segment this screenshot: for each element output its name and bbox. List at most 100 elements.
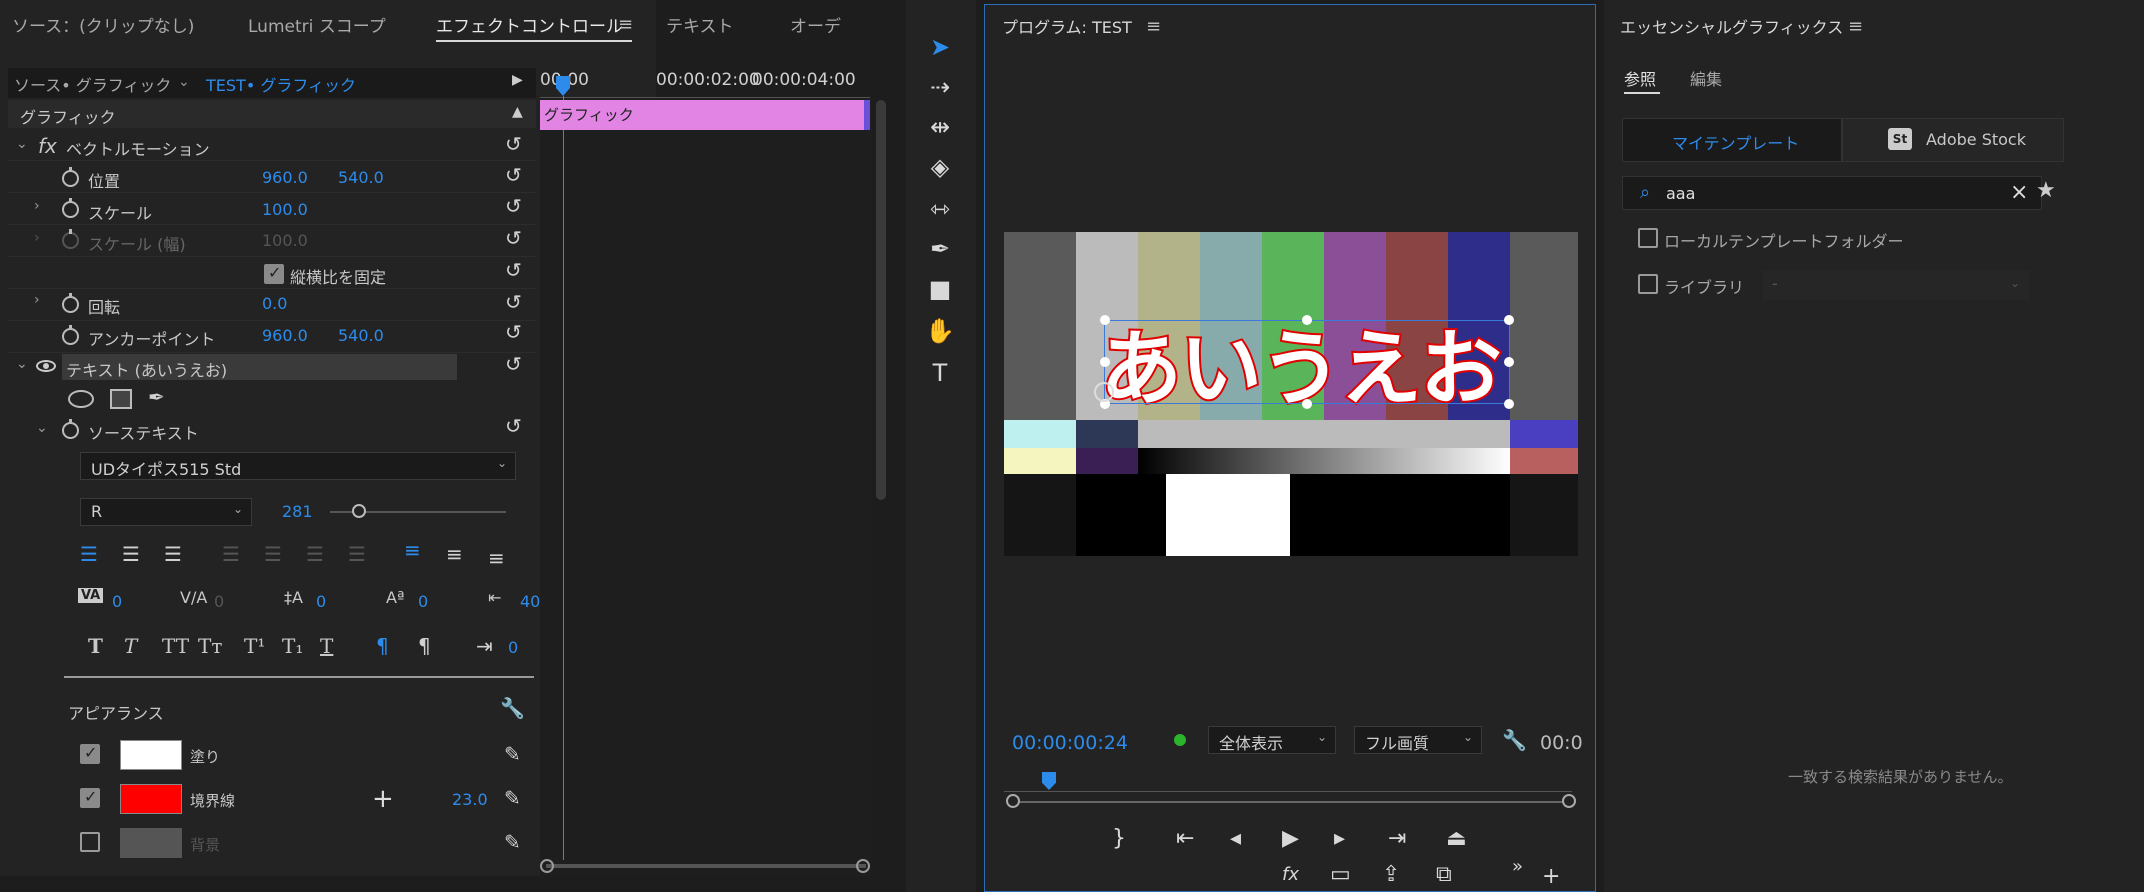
- pen-mask-icon[interactable]: ✒: [148, 385, 165, 409]
- program-menu-icon[interactable]: ≡: [1146, 16, 1161, 37]
- type-tool-icon[interactable]: T: [922, 356, 958, 390]
- chevron-down-icon[interactable]: ⌄: [178, 74, 190, 90]
- align-top-icon[interactable]: ≡: [404, 538, 421, 562]
- small-caps-button[interactable]: Tт: [198, 634, 222, 658]
- stroke-width-value[interactable]: 23.0: [452, 790, 488, 809]
- ellipse-mask-icon[interactable]: [68, 390, 94, 408]
- rectangle-tool-icon[interactable]: ■: [922, 272, 958, 306]
- go-to-out-icon[interactable]: ⇥: [1388, 826, 1406, 851]
- stroke-color-swatch[interactable]: [120, 784, 182, 814]
- sequence-clip-label[interactable]: TEST• グラフィック: [206, 72, 356, 96]
- superscript-button[interactable]: T¹: [244, 634, 265, 658]
- faux-italic-button[interactable]: T: [124, 634, 137, 658]
- expand-chevron-icon[interactable]: ›: [34, 198, 40, 214]
- background-color-swatch[interactable]: [120, 828, 182, 858]
- tracking-value[interactable]: 0: [214, 592, 224, 611]
- tab-audio[interactable]: オーデ: [790, 12, 841, 37]
- fill-checkbox[interactable]: [80, 743, 100, 764]
- eyedropper-icon[interactable]: ✎: [504, 830, 521, 854]
- ec-vertical-scrollbar[interactable]: [876, 100, 886, 500]
- all-caps-button[interactable]: TT: [162, 634, 189, 658]
- tab-width-icon[interactable]: ⇥: [476, 634, 493, 658]
- handle[interactable]: [1100, 357, 1110, 367]
- faux-bold-button[interactable]: T: [88, 634, 103, 658]
- tab-menu-icon[interactable]: ≡: [618, 14, 633, 35]
- handle[interactable]: [1100, 315, 1110, 325]
- tsume-value[interactable]: 40: [520, 592, 540, 611]
- tab-effect-controls[interactable]: エフェクトコントロール: [436, 12, 623, 37]
- clip-end-handle[interactable]: [864, 100, 870, 130]
- tsume-icon[interactable]: ⇤: [488, 588, 501, 607]
- search-value[interactable]: aaa: [1666, 184, 1695, 203]
- justify-last-right-icon[interactable]: ☰: [306, 542, 324, 566]
- reset-icon[interactable]: ↺: [505, 226, 522, 250]
- stroke-checkbox[interactable]: [80, 787, 100, 808]
- justify-last-left-icon[interactable]: ☰: [222, 542, 240, 566]
- justify-all-icon[interactable]: ☰: [348, 542, 366, 566]
- scroll-handle-left[interactable]: [540, 859, 554, 873]
- align-middle-icon[interactable]: ≡: [446, 542, 463, 566]
- go-to-in-icon[interactable]: ⇤: [1176, 826, 1194, 851]
- reset-icon[interactable]: ↺: [505, 132, 522, 156]
- text-bounding-box[interactable]: [1104, 320, 1510, 404]
- eyedropper-icon[interactable]: ✎: [504, 786, 521, 810]
- rectangle-mask-icon[interactable]: [110, 389, 132, 409]
- expand-chevron-icon[interactable]: ⌄: [16, 136, 28, 152]
- baseline-shift-icon[interactable]: Aª: [386, 588, 404, 607]
- wrench-icon[interactable]: 🔧: [1502, 728, 1527, 752]
- anchor-x-value[interactable]: 960.0: [262, 326, 308, 345]
- reset-icon[interactable]: ↺: [505, 414, 522, 438]
- comparison-view-icon[interactable]: ⧉: [1436, 862, 1452, 887]
- reset-icon[interactable]: ↺: [505, 290, 522, 314]
- uniform-scale-checkbox[interactable]: [264, 263, 284, 284]
- align-center-icon[interactable]: ☰: [122, 542, 140, 566]
- fill-color-swatch[interactable]: [120, 740, 182, 770]
- leading-value[interactable]: 0: [316, 592, 326, 611]
- stopwatch-icon[interactable]: [62, 325, 79, 345]
- safe-margins-icon[interactable]: ▭: [1330, 862, 1351, 887]
- zoom-bar[interactable]: [1012, 801, 1572, 803]
- tab-lumetri-scopes[interactable]: Lumetri スコープ: [248, 12, 386, 37]
- scroll-handle-right[interactable]: [856, 859, 870, 873]
- baseline-value[interactable]: 0: [418, 592, 428, 611]
- play-only-icon[interactable]: ▶: [512, 72, 523, 88]
- position-y-value[interactable]: 540.0: [338, 168, 384, 187]
- zoom-dropdown[interactable]: 全体表示 ⌄: [1208, 726, 1336, 754]
- leading-icon[interactable]: ‡A: [284, 588, 303, 607]
- stopwatch-icon[interactable]: [62, 167, 79, 187]
- handle[interactable]: [1504, 399, 1514, 409]
- stopwatch-icon[interactable]: [62, 293, 79, 313]
- step-back-icon[interactable]: ◂: [1230, 826, 1241, 851]
- tab-browse[interactable]: 参照: [1624, 66, 1656, 90]
- scale-value[interactable]: 100.0: [262, 200, 308, 219]
- eyedropper-icon[interactable]: ✎: [504, 742, 521, 766]
- reset-icon[interactable]: ↺: [505, 163, 522, 187]
- track-select-tool-icon[interactable]: ⇢: [922, 70, 958, 104]
- zoom-handle-right[interactable]: [1562, 794, 1576, 808]
- hand-tool-icon[interactable]: ✋: [922, 314, 958, 348]
- tab-width-value[interactable]: 0: [508, 638, 518, 657]
- reset-icon[interactable]: ↺: [505, 258, 522, 282]
- handle[interactable]: [1504, 357, 1514, 367]
- essential-menu-icon[interactable]: ≡: [1848, 16, 1863, 37]
- justify-last-center-icon[interactable]: ☰: [264, 542, 282, 566]
- local-folder-checkbox[interactable]: [1638, 228, 1658, 248]
- timeline-ruler[interactable]: [1004, 780, 1572, 792]
- ripple-edit-tool-icon[interactable]: ⇹: [922, 110, 958, 144]
- lift-icon[interactable]: ⏏: [1446, 826, 1467, 851]
- align-right-icon[interactable]: ☰: [164, 542, 182, 566]
- font-family-dropdown[interactable]: UDタイポス515 Std ⌄: [80, 452, 516, 480]
- align-bottom-icon[interactable]: ≡: [488, 546, 505, 570]
- underline-button[interactable]: T: [320, 634, 333, 658]
- handle[interactable]: [1302, 399, 1312, 409]
- mark-out-icon[interactable]: }: [1112, 826, 1126, 851]
- handle[interactable]: [1504, 315, 1514, 325]
- add-stroke-icon[interactable]: +: [372, 784, 394, 814]
- font-size-slider-handle[interactable]: [352, 504, 366, 518]
- subscript-button[interactable]: T₁: [282, 634, 303, 658]
- play-icon[interactable]: ▶: [1282, 826, 1299, 851]
- fx-icon[interactable]: fx: [38, 134, 57, 158]
- stopwatch-icon[interactable]: [62, 198, 79, 218]
- zoom-handle-left[interactable]: [1006, 794, 1020, 808]
- video-frame[interactable]: あいうえお: [1004, 232, 1578, 556]
